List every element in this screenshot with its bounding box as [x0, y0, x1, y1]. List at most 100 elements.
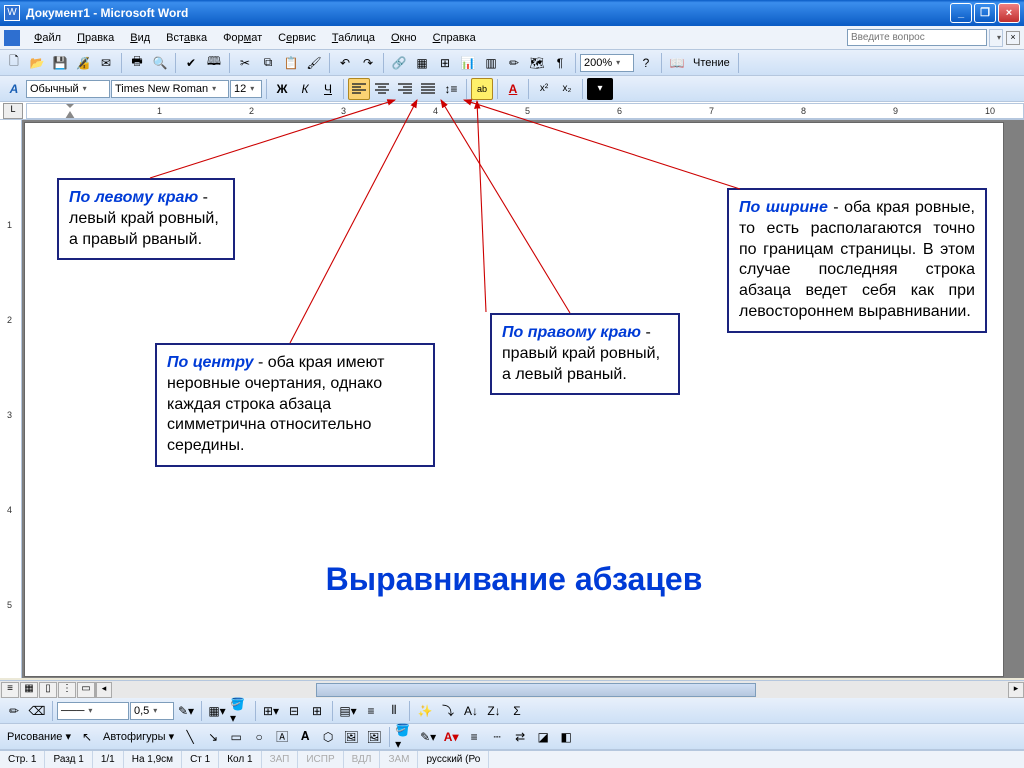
fill-color2-icon[interactable]: 🪣▾	[394, 726, 416, 748]
autosum-icon[interactable]: Σ	[506, 700, 528, 722]
diagram-icon[interactable]: ⬡	[317, 726, 339, 748]
normal-view-icon[interactable]: ≡	[1, 682, 19, 698]
menubar-close-icon[interactable]: ×	[1006, 31, 1020, 45]
sort-asc-icon[interactable]: A↓	[460, 700, 482, 722]
zoom-combo[interactable]: 200%▾	[580, 54, 634, 72]
fill-color-icon[interactable]: 🪣▾	[229, 700, 251, 722]
autoformat-icon[interactable]: ✨	[414, 700, 436, 722]
horizontal-ruler[interactable]: 1 2 3 4 5 6 7 8 9 10	[26, 103, 1024, 119]
first-line-indent-marker[interactable]	[65, 103, 75, 108]
shadow-icon[interactable]: ◪	[532, 726, 554, 748]
read-label[interactable]: Чтение	[689, 57, 734, 69]
scroll-left-icon[interactable]: ◂	[96, 682, 112, 698]
text-direction-icon[interactable]: ⤵	[437, 700, 459, 722]
align-right-button[interactable]	[394, 78, 416, 100]
menu-insert[interactable]: Вставка	[158, 30, 215, 46]
print-preview-icon[interactable]: 🔍	[149, 52, 171, 74]
cut-icon[interactable]: ✂	[234, 52, 256, 74]
word-doc-icon[interactable]	[4, 30, 20, 46]
distribute-cols-icon[interactable]: ⦀	[383, 700, 405, 722]
help-icon[interactable]: ?	[635, 52, 657, 74]
draw-table-icon[interactable]: ✏	[3, 700, 25, 722]
line-spacing-icon[interactable]: ↕≡	[440, 78, 462, 100]
status-ovr[interactable]: ЗАМ	[380, 751, 418, 768]
menu-table[interactable]: Таблица	[324, 30, 383, 46]
tables-borders-icon[interactable]: ▦	[411, 52, 433, 74]
hscroll-thumb[interactable]	[316, 683, 756, 697]
line-icon[interactable]: ╲	[179, 726, 201, 748]
dash-style-icon[interactable]: ┄	[486, 726, 508, 748]
wordart-icon[interactable]: 𝐀	[294, 726, 316, 748]
menu-help[interactable]: Справка	[425, 30, 484, 46]
italic-button[interactable]: К	[294, 78, 316, 100]
page-scroll[interactable]: По левому краю - левый край ровный, а пр…	[22, 120, 1024, 678]
distribute-rows-icon[interactable]: ≡	[360, 700, 382, 722]
style-combo[interactable]: Обычный▾	[26, 80, 110, 98]
tab-selector[interactable]: L	[3, 103, 23, 119]
menu-edit[interactable]: Правка	[69, 30, 122, 46]
status-trk[interactable]: ИСПР	[298, 751, 343, 768]
split-cells-icon[interactable]: ⊞	[306, 700, 328, 722]
arrow-style-icon[interactable]: ⇄	[509, 726, 531, 748]
subscript-icon[interactable]: x₂	[556, 78, 578, 100]
undo-icon[interactable]: ↶	[334, 52, 356, 74]
paste-icon[interactable]: 📋	[280, 52, 302, 74]
columns-icon[interactable]: ▥	[480, 52, 502, 74]
research-icon[interactable]: 🕮	[203, 52, 225, 74]
docmap-icon[interactable]: 🗺	[526, 52, 548, 74]
superscript-icon[interactable]: x²	[533, 78, 555, 100]
textbox-icon[interactable]: 🄰	[271, 726, 293, 748]
underline-button[interactable]: Ч	[317, 78, 339, 100]
menu-format[interactable]: Формат	[215, 30, 270, 46]
status-lang[interactable]: русский (Ро	[418, 751, 489, 768]
font-combo[interactable]: Times New Roman▾	[111, 80, 229, 98]
bold-button[interactable]: Ж	[271, 78, 293, 100]
web-view-icon[interactable]: ▦	[20, 682, 38, 698]
vertical-ruler[interactable]: 1 2 3 4 5	[0, 120, 22, 678]
print-view-icon[interactable]: ▯	[39, 682, 57, 698]
new-doc-icon[interactable]: 🗋	[3, 52, 25, 74]
outline-view-icon[interactable]: ⋮	[58, 682, 76, 698]
status-rec[interactable]: ЗАП	[262, 751, 299, 768]
help-search-input[interactable]	[847, 29, 987, 46]
oval-icon[interactable]: ○	[248, 726, 270, 748]
excel-icon[interactable]: 📊	[457, 52, 479, 74]
line-style-icon[interactable]: ≡	[463, 726, 485, 748]
border-style-combo[interactable]: ───▾	[57, 702, 129, 720]
line-color-icon[interactable]: ✎▾	[417, 726, 439, 748]
border-icon[interactable]: ▦▾	[206, 700, 228, 722]
hyperlink-icon[interactable]: 🔗	[388, 52, 410, 74]
border-width-combo[interactable]: 0,5▾	[130, 702, 174, 720]
copy-icon[interactable]: ⧉	[257, 52, 279, 74]
styles-pane-icon[interactable]: A	[3, 78, 25, 100]
permission-icon[interactable]: 🔏	[72, 52, 94, 74]
status-ext[interactable]: ВДЛ	[344, 751, 381, 768]
spellcheck-icon[interactable]: ✔	[180, 52, 202, 74]
autoshapes-menu[interactable]: Автофигуры ▾	[99, 730, 178, 743]
merge-cells-icon[interactable]: ⊟	[283, 700, 305, 722]
align-cell-icon[interactable]: ▤▾	[337, 700, 359, 722]
select-objects-icon[interactable]: ↖	[76, 726, 98, 748]
read-icon[interactable]: 📖	[666, 52, 688, 74]
redo-icon[interactable]: ↷	[357, 52, 379, 74]
left-indent-marker[interactable]	[65, 111, 75, 119]
insert-table2-icon[interactable]: ⊞▾	[260, 700, 282, 722]
rectangle-icon[interactable]: ▭	[225, 726, 247, 748]
menu-file[interactable]: Файл	[26, 30, 69, 46]
font-color2-icon[interactable]: A▾	[440, 726, 462, 748]
sort-desc-icon[interactable]: Z↓	[483, 700, 505, 722]
picture-icon[interactable]: 🖼	[363, 726, 385, 748]
save-icon[interactable]: 💾	[49, 52, 71, 74]
menu-view[interactable]: Вид	[122, 30, 158, 46]
mail-icon[interactable]: ✉	[95, 52, 117, 74]
shading-icon[interactable]: ▾	[587, 78, 613, 100]
help-dropdown[interactable]: ▾	[989, 29, 1003, 47]
horizontal-scrollbar[interactable]: ◂ ▸	[95, 682, 1024, 698]
maximize-button[interactable]: ❐	[974, 3, 996, 23]
scroll-right-icon[interactable]: ▸	[1008, 682, 1024, 698]
drawing-menu[interactable]: Рисование ▾	[3, 730, 75, 743]
align-left-button[interactable]	[348, 78, 370, 100]
minimize-button[interactable]: _	[950, 3, 972, 23]
reading-view-icon[interactable]: ▭	[77, 682, 95, 698]
close-button[interactable]: ×	[998, 3, 1020, 23]
